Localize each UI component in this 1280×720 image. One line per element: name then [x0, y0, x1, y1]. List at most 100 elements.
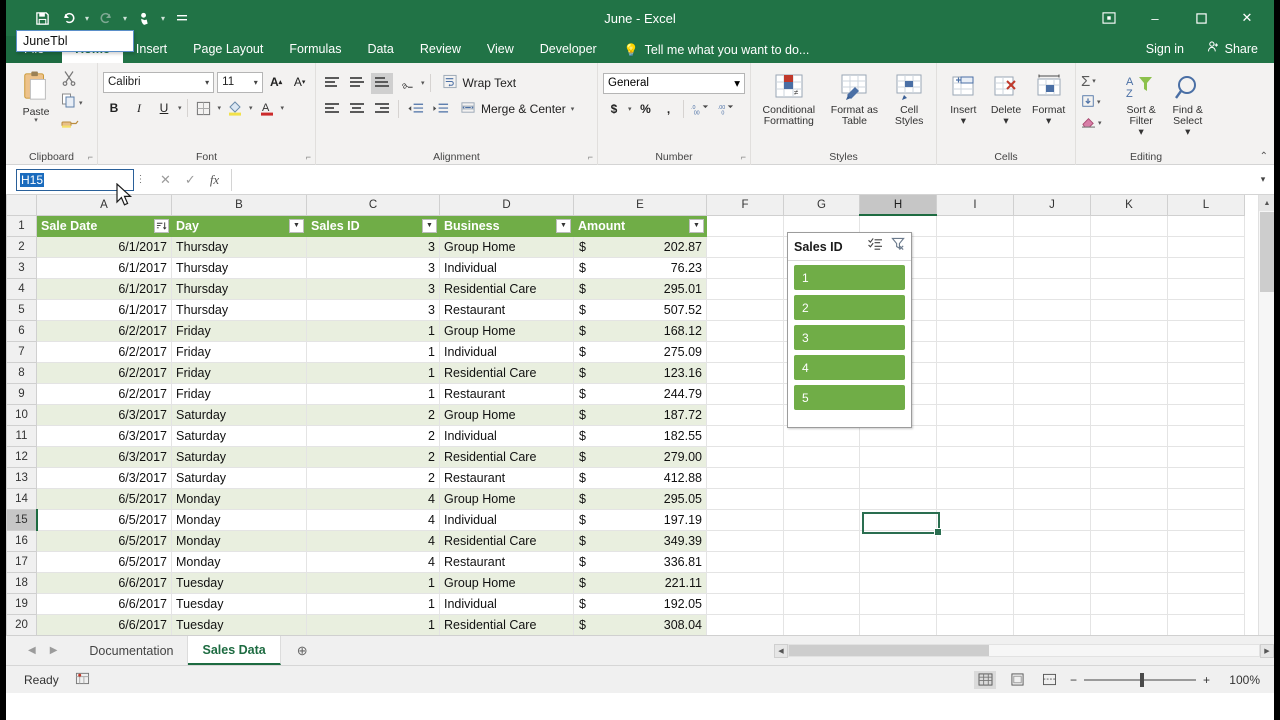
tab-review[interactable]: Review: [407, 36, 474, 63]
cell-B8[interactable]: Friday: [171, 362, 307, 384]
insert-function-icon[interactable]: fx: [210, 172, 219, 188]
cell-E19[interactable]: $192.05: [573, 593, 707, 615]
table-row[interactable]: 8 6/2/2017 Friday 1 Residential Care $123.16: [6, 361, 1245, 384]
horizontal-scrollbar[interactable]: ◀ ▶: [774, 636, 1274, 665]
cell-L10[interactable]: [1167, 404, 1245, 426]
column-header-E[interactable]: E: [573, 195, 707, 216]
align-right-icon[interactable]: [371, 99, 393, 120]
cell-J11[interactable]: [1013, 425, 1091, 447]
name-box-grip-icon[interactable]: ⋮: [134, 174, 148, 185]
zoom-track[interactable]: [1084, 672, 1196, 687]
cell-E5[interactable]: $507.52: [573, 299, 707, 321]
cell-E16[interactable]: $349.39: [573, 530, 707, 552]
page-break-view-icon[interactable]: [1038, 671, 1060, 689]
sort-filter-dropdown-icon[interactable]: ▾: [1139, 127, 1144, 138]
row-header-16[interactable]: 16: [6, 529, 37, 552]
collapse-ribbon-icon[interactable]: ⌃: [1260, 151, 1268, 162]
cell-F9[interactable]: [706, 383, 784, 405]
cell-D8[interactable]: Residential Care: [439, 362, 574, 384]
cell-J20[interactable]: [1013, 614, 1091, 635]
add-sheet-button[interactable]: ⊕: [281, 636, 324, 665]
cell-G14[interactable]: [783, 488, 860, 510]
table-row[interactable]: 16 6/5/2017 Monday 4 Residential Care $349.39: [6, 529, 1245, 552]
filter-dropdown-day-icon[interactable]: ▼: [289, 218, 304, 233]
cell-F12[interactable]: [706, 446, 784, 468]
format-painter-icon[interactable]: [61, 114, 79, 135]
cell-F7[interactable]: [706, 341, 784, 363]
cell-A9[interactable]: 6/2/2017: [36, 383, 172, 405]
orientation-icon[interactable]: a: [396, 73, 418, 94]
row-header-12[interactable]: 12: [6, 445, 37, 468]
cell-K19[interactable]: [1090, 593, 1168, 615]
orientation-dropdown-icon[interactable]: ▾: [421, 79, 425, 87]
cell-K5[interactable]: [1090, 299, 1168, 321]
cell-H13[interactable]: [859, 467, 937, 489]
cell-E15[interactable]: $197.19: [573, 509, 707, 531]
enter-formula-icon[interactable]: ✓: [185, 172, 196, 188]
cell-G19[interactable]: [783, 593, 860, 615]
cell-K12[interactable]: [1090, 446, 1168, 468]
cell-B18[interactable]: Tuesday: [171, 572, 307, 594]
cell-B10[interactable]: Saturday: [171, 404, 307, 426]
cell-E12[interactable]: $279.00: [573, 446, 707, 468]
column-header-L[interactable]: L: [1167, 195, 1245, 216]
align-left-icon[interactable]: [321, 99, 343, 120]
cell-B7[interactable]: Friday: [171, 341, 307, 363]
cell-J14[interactable]: [1013, 488, 1091, 510]
table-row[interactable]: 4 6/1/2017 Thursday 3 Residential Care $295.0…: [6, 277, 1245, 300]
cell-E8[interactable]: $123.16: [573, 362, 707, 384]
slicer-item-5[interactable]: 5: [794, 385, 905, 410]
row-header-13[interactable]: 13: [6, 466, 37, 489]
cell-B3[interactable]: Thursday: [171, 257, 307, 279]
cell-L1[interactable]: [1167, 215, 1245, 237]
cell-A18[interactable]: 6/6/2017: [36, 572, 172, 594]
vertical-scroll-thumb[interactable]: [1260, 212, 1274, 292]
accounting-dropdown-icon[interactable]: ▾: [628, 105, 632, 113]
row-header-11[interactable]: 11: [6, 424, 37, 447]
cell-K17[interactable]: [1090, 551, 1168, 573]
cell-A7[interactable]: 6/2/2017: [36, 341, 172, 363]
cell-E11[interactable]: $182.55: [573, 425, 707, 447]
cell-C18[interactable]: 1: [306, 572, 440, 594]
sort-filter-dropdown-sale-date-icon[interactable]: [154, 218, 169, 233]
tab-page-layout[interactable]: Page Layout: [180, 36, 276, 63]
column-header-A[interactable]: A: [36, 195, 172, 216]
cell-L16[interactable]: [1167, 530, 1245, 552]
cell-L18[interactable]: [1167, 572, 1245, 594]
cell-C13[interactable]: 2: [306, 467, 440, 489]
clear-button[interactable]: ▾: [1081, 113, 1118, 133]
table-header-amount[interactable]: Amount ▼: [573, 215, 707, 237]
cell-F10[interactable]: [706, 404, 784, 426]
table-row[interactable]: 14 6/5/2017 Monday 4 Group Home $295.05: [6, 487, 1245, 510]
cell-I16[interactable]: [936, 530, 1014, 552]
cell-I14[interactable]: [936, 488, 1014, 510]
cell-L14[interactable]: [1167, 488, 1245, 510]
cell-B15[interactable]: Monday: [171, 509, 307, 531]
minimize-button[interactable]: –: [1132, 2, 1178, 34]
cell-A20[interactable]: 6/6/2017: [36, 614, 172, 635]
tell-me-search[interactable]: 💡 Tell me what you want to do...: [624, 36, 810, 63]
cell-L4[interactable]: [1167, 278, 1245, 300]
column-header-G[interactable]: G: [783, 195, 860, 216]
copy-icon[interactable]: [61, 92, 77, 113]
cell-F1[interactable]: [706, 215, 784, 237]
cell-D18[interactable]: Group Home: [439, 572, 574, 594]
comma-format-icon[interactable]: ,: [660, 99, 678, 120]
cell-J13[interactable]: [1013, 467, 1091, 489]
cell-G13[interactable]: [783, 467, 860, 489]
wrap-text-button[interactable]: Wrap Text: [442, 74, 516, 92]
redo-icon[interactable]: [94, 6, 118, 30]
cell-F18[interactable]: [706, 572, 784, 594]
cell-L12[interactable]: [1167, 446, 1245, 468]
cell-I12[interactable]: [936, 446, 1014, 468]
cell-B13[interactable]: Saturday: [171, 467, 307, 489]
cell-C15[interactable]: 4: [306, 509, 440, 531]
cell-I7[interactable]: [936, 341, 1014, 363]
cell-J18[interactable]: [1013, 572, 1091, 594]
cell-A2[interactable]: 6/1/2017: [36, 236, 172, 258]
horizontal-scroll-track[interactable]: [788, 644, 1260, 657]
cell-J1[interactable]: [1013, 215, 1091, 237]
row-header-5[interactable]: 5: [6, 298, 37, 321]
find-select-dropdown-icon[interactable]: ▾: [1185, 127, 1190, 138]
hscroll-right-icon[interactable]: ▶: [1260, 643, 1274, 658]
